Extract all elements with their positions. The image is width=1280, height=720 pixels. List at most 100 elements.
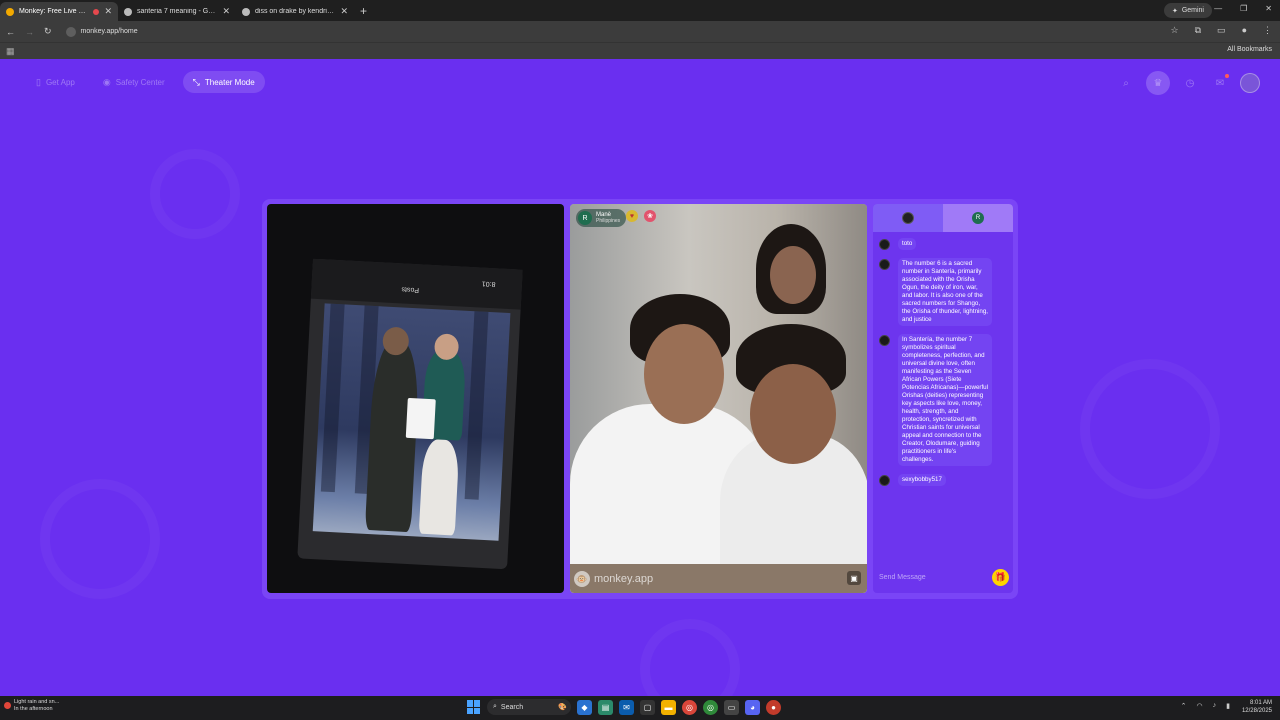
chat-message: The number 6 is a sacred number in Sante… <box>879 258 1009 326</box>
bookmarks-bar: ▦ All Bookmarks <box>0 42 1280 59</box>
tab-monkey[interactable]: Monkey: Free Live Video Ch ✕ <box>0 2 118 21</box>
watermark-text: monkey.app <box>594 573 654 585</box>
camera-settings-icon[interactable]: ▣ <box>847 571 861 585</box>
terminal-icon[interactable]: ▭ <box>724 699 739 715</box>
store-icon[interactable]: ▤ <box>598 699 613 715</box>
chat-tab-peer[interactable]: R <box>943 204 1013 232</box>
get-app-button[interactable]: ▯ Get App <box>26 71 85 93</box>
chat-panel: R toto The number 6 is a sacred number i… <box>873 204 1013 593</box>
search-highlight-icon: 🎨 <box>558 704 567 711</box>
theater-mode-label: Theater Mode <box>204 77 255 87</box>
weather-widget[interactable]: Light rain and sn... In the afternoon <box>4 699 60 713</box>
peer-avatar: R <box>578 211 592 225</box>
sender-avatar <box>879 335 890 346</box>
chat-message: sexybobby517 <box>879 474 1009 486</box>
expand-icon: ⤡ <box>192 76 200 87</box>
send-message-input[interactable]: Send Message <box>879 574 992 581</box>
network-icon[interactable]: ◠ <box>1197 702 1203 710</box>
chrome-active-icon[interactable]: ◎ <box>703 699 718 715</box>
menu-icon[interactable]: ⋮ <box>1263 25 1272 36</box>
taskbar-search[interactable]: ⌕ Search 🎨 <box>487 699 571 715</box>
top-right-actions: ⌕ ♛ ◷ ✉ <box>1116 71 1260 95</box>
weather-icon <box>4 702 11 709</box>
apps-grid-icon[interactable]: ▦ <box>6 46 15 57</box>
peer-user-tag[interactable]: R Manè Philippines <box>576 209 627 227</box>
split-view-icon[interactable]: ▭ <box>1217 25 1226 36</box>
messages-icon[interactable]: ✉ <box>1210 73 1230 93</box>
site-info-icon[interactable] <box>65 26 76 37</box>
extensions-icon[interactable]: ⧉ <box>1195 25 1201 36</box>
back-icon[interactable]: ← <box>6 27 15 37</box>
tab-santeria[interactable]: santeria 7 meaning - Google Se ✕ <box>118 2 236 21</box>
gift-badge-icon[interactable]: ❀ <box>644 210 656 222</box>
profile-icon[interactable]: ● <box>1242 25 1247 36</box>
weather-line-2: In the afternoon <box>14 706 53 712</box>
task-view-icon[interactable]: ▢ <box>640 699 655 715</box>
clock[interactable]: 8:01 AM 12/28/2025 <box>1242 699 1272 715</box>
message-composer[interactable]: Send Message 🎁 <box>877 566 1009 588</box>
url-field[interactable]: monkey.app/home <box>65 25 1166 39</box>
google-favicon-icon <box>124 7 132 16</box>
my-video: Posts 8:01 <box>267 204 564 593</box>
new-tab-button[interactable]: + <box>360 4 367 18</box>
forward-icon[interactable]: → <box>25 27 34 37</box>
background-pattern <box>40 479 160 599</box>
monkey-watermark: 🐵 monkey.app <box>574 571 653 587</box>
background-pattern <box>1080 359 1220 499</box>
url-text: monkey.app/home <box>80 28 138 35</box>
peer-video: R Manè Philippines ♥ ❀ 🐵 monkey.app ▣ <box>570 204 867 593</box>
battery-icon[interactable]: ▮ <box>1226 702 1230 710</box>
close-tab-icon[interactable]: ✕ <box>104 6 112 17</box>
restore-icon[interactable]: ❐ <box>1240 4 1247 13</box>
mail-icon[interactable]: ✉ <box>619 699 634 715</box>
gift-icon[interactable]: 🎁 <box>992 568 1009 586</box>
browser-tab-bar: Monkey: Free Live Video Ch ✕ santeria 7 … <box>0 0 1280 21</box>
gemini-label: Gemini <box>1181 7 1204 14</box>
search-icon[interactable]: ⌕ <box>1116 73 1136 93</box>
monkey-logo-icon: 🐵 <box>574 571 590 587</box>
discord-icon[interactable]: ◕ <box>745 699 760 715</box>
all-bookmarks-button[interactable]: All Bookmarks <box>1227 46 1272 53</box>
search-icon: ⌕ <box>493 703 497 710</box>
heart-badge-icon[interactable]: ♥ <box>626 210 638 222</box>
chat-messages: toto The number 6 is a sacred number in … <box>879 238 1009 494</box>
file-explorer-icon[interactable]: ▬ <box>661 699 676 715</box>
chrome-icon[interactable]: ◎ <box>682 699 697 715</box>
minimize-icon[interactable]: — <box>1214 4 1222 13</box>
message-text: toto <box>898 238 917 250</box>
gemini-icon: ✦ <box>1171 7 1178 15</box>
background-pattern <box>150 149 240 239</box>
close-tab-icon[interactable]: ✕ <box>222 6 230 17</box>
clock-date: 12/28/2025 <box>1241 708 1272 714</box>
copilot-icon[interactable]: ◆ <box>577 699 592 715</box>
volume-icon[interactable]: ♪ <box>1213 702 1217 710</box>
video-chat-stage: Posts 8:01 R Manè Philippines ♥ ❀ 🐵 monk… <box>262 199 1018 599</box>
shield-icon: ◉ <box>102 76 111 87</box>
gemini-button[interactable]: ✦ Gemini <box>1163 3 1212 18</box>
close-window-icon[interactable]: ✕ <box>1265 4 1272 13</box>
safety-center-button[interactable]: ◉ Safety Center <box>93 71 175 93</box>
history-icon[interactable]: ◷ <box>1180 73 1200 93</box>
theater-mode-button[interactable]: ⤡ Theater Mode <box>182 71 265 93</box>
bookmark-star-icon[interactable]: ☆ <box>1171 25 1179 36</box>
message-text: In Santería, the number 7 symbolizes spi… <box>898 334 992 466</box>
taskbar: Light rain and sn... In the afternoon ⌕ … <box>0 696 1280 720</box>
start-windows-icon[interactable] <box>467 700 481 714</box>
taskbar-apps: ⌕ Search 🎨 ◆ ▤ ✉ ▢ ▬ ◎ ◎ ▭ ◕ ● <box>467 699 781 715</box>
recording-icon <box>93 8 100 15</box>
weather-line-1: Light rain and sn... <box>14 699 60 705</box>
chevron-up-icon[interactable]: ⌃ <box>1181 702 1187 710</box>
reload-icon[interactable]: ↻ <box>44 26 52 37</box>
chat-tab-me[interactable] <box>873 204 943 232</box>
message-text: The number 6 is a sacred number in Sante… <box>898 258 992 326</box>
my-avatar[interactable] <box>1240 73 1260 93</box>
tab-title: Monkey: Free Live Video Ch <box>19 8 89 15</box>
window-controls: — ❐ ✕ <box>1214 4 1272 13</box>
app-icon[interactable]: ● <box>766 699 781 715</box>
my-chat-avatar <box>902 212 914 224</box>
top-nav: ▯ Get App ◉ Safety Center ⤡ Theater Mode <box>26 71 265 93</box>
crown-icon[interactable]: ♛ <box>1146 71 1170 95</box>
close-tab-icon[interactable]: ✕ <box>340 6 348 17</box>
google-favicon-icon <box>242 7 250 16</box>
tab-diss[interactable]: diss on drake by kendrick lama ✕ <box>236 2 354 21</box>
